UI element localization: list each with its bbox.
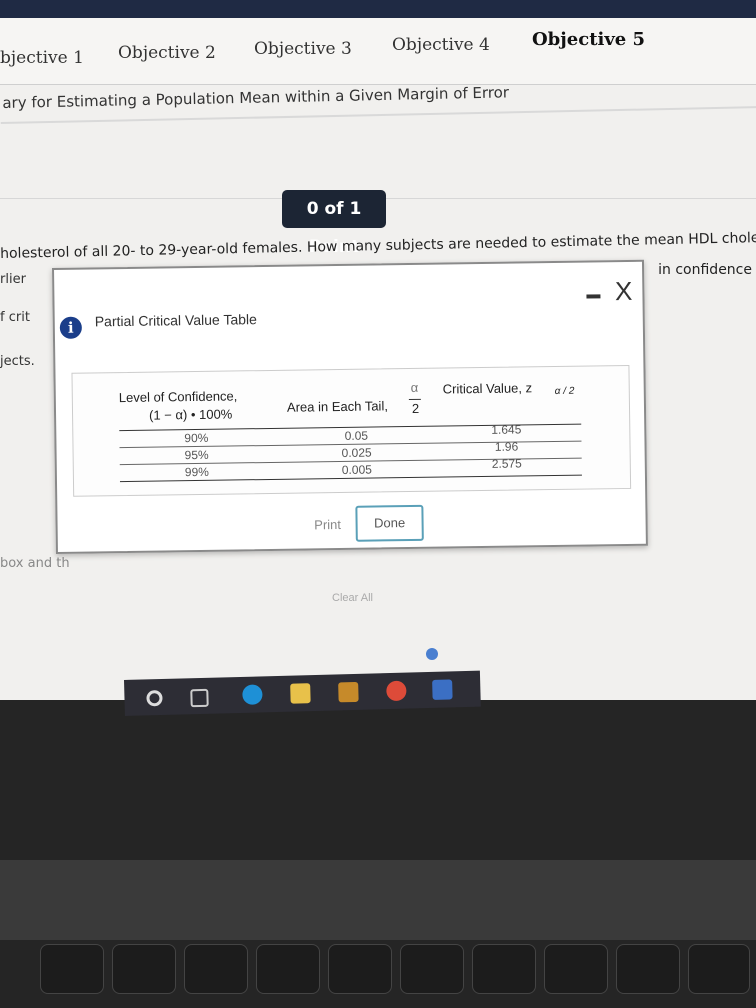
text-fragment: rlier bbox=[0, 272, 26, 287]
text-fragment: f crit bbox=[0, 310, 30, 325]
points-badge: 0 of 1 Point bbox=[282, 190, 386, 257]
header-confidence-sub: (1 − α) • 100% bbox=[148, 406, 233, 423]
cell-tail: 0.05 bbox=[344, 428, 369, 443]
header-tail-two: 2 bbox=[411, 400, 420, 416]
cell-critical: 1.96 bbox=[494, 439, 519, 454]
keyboard-key bbox=[256, 944, 320, 994]
chrome-icon[interactable] bbox=[386, 680, 407, 702]
keyboard-key bbox=[328, 944, 392, 994]
text-fragment: box and th bbox=[0, 556, 70, 571]
keyboard-key bbox=[544, 944, 608, 994]
critical-value-dialog: i Partial Critical Value Table X Level o… bbox=[52, 259, 648, 554]
screen: bjective 1 Objective 2 Objective 3 Objec… bbox=[0, 0, 756, 700]
tab-objective-1[interactable]: bjective 1 bbox=[0, 48, 84, 68]
question-fragment-right: in confidence bbox=[658, 262, 752, 278]
cell-critical: 1.645 bbox=[491, 422, 522, 437]
print-button[interactable]: Print bbox=[297, 510, 357, 541]
progress-dot bbox=[426, 648, 438, 660]
keyboard-key bbox=[400, 944, 464, 994]
cell-critical: 2.575 bbox=[491, 456, 522, 471]
file-explorer-icon[interactable] bbox=[290, 683, 311, 704]
laptop-hinge bbox=[0, 860, 756, 940]
question-text: holesterol of all 20- to 29-year-old fem… bbox=[0, 229, 756, 262]
dialog-title: Partial Critical Value Table bbox=[94, 311, 257, 330]
header-tail: Area in Each Tail, bbox=[286, 398, 388, 415]
tab-objective-3[interactable]: Objective 3 bbox=[254, 39, 352, 59]
edge-icon[interactable] bbox=[242, 684, 263, 705]
window-top-edge bbox=[0, 0, 756, 18]
cell-confidence: 99% bbox=[184, 464, 209, 480]
keyboard-key bbox=[616, 944, 680, 994]
cell-tail: 0.005 bbox=[341, 462, 372, 477]
done-button[interactable]: Done bbox=[355, 504, 424, 542]
tab-objective-2[interactable]: Objective 2 bbox=[118, 43, 216, 63]
task-view-icon[interactable] bbox=[190, 688, 209, 708]
search-icon[interactable] bbox=[146, 690, 163, 707]
store-icon[interactable] bbox=[338, 681, 359, 703]
text-fragment: jects. bbox=[0, 354, 35, 369]
clear-all-button[interactable]: Clear All bbox=[332, 592, 373, 604]
cell-tail: 0.025 bbox=[341, 445, 372, 460]
word-icon[interactable] bbox=[432, 679, 453, 700]
critical-value-table: Level of Confidence, (1 − α) • 100% Area… bbox=[71, 364, 632, 497]
keyboard-key bbox=[184, 944, 248, 994]
minimize-icon[interactable] bbox=[586, 294, 601, 299]
header-critical: Critical Value, z bbox=[442, 380, 533, 397]
keyboard-key bbox=[40, 944, 104, 994]
tab-objective-4[interactable]: Objective 4 bbox=[392, 35, 490, 55]
keyboard-key bbox=[472, 944, 536, 994]
cell-confidence: 90% bbox=[184, 430, 209, 446]
header-confidence: Level of Confidence, bbox=[118, 388, 238, 406]
header-tail-alpha: α bbox=[410, 379, 419, 396]
keyboard-key bbox=[688, 944, 750, 994]
header-critical-sub: α / 2 bbox=[554, 385, 575, 397]
cell-confidence: 95% bbox=[184, 447, 209, 463]
keyboard-key bbox=[112, 944, 176, 994]
close-icon[interactable]: X bbox=[615, 276, 633, 307]
tab-objective-5[interactable]: Objective 5 bbox=[532, 29, 645, 50]
info-icon: i bbox=[59, 316, 82, 339]
